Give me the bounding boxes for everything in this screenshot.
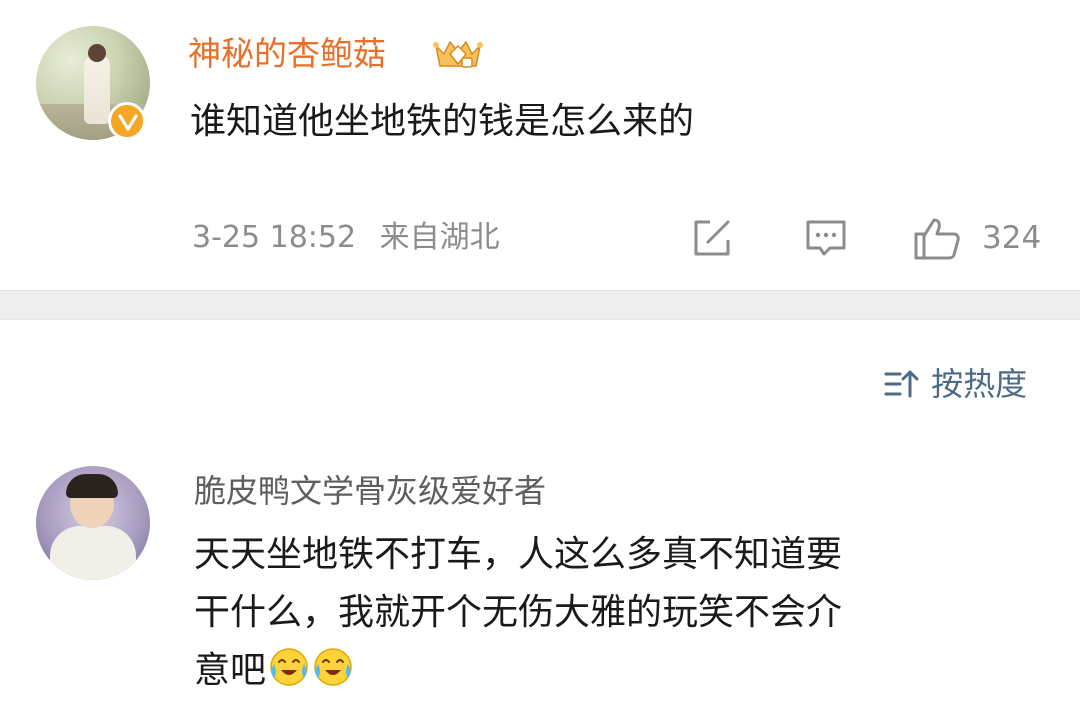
like-button[interactable]: 324 [912,216,1052,260]
comment-text-line: 干什么，我就开个无伤大雅的玩笑不会介 [194,592,843,633]
verified-v-icon [108,102,146,140]
weibo-comment-page: 神秘的杏鲍菇 谁知道他坐地铁的钱是怎么来的 3-25 18:52 来自湖北 32… [0,0,1080,715]
comment-text-line-last: 意吧 [194,642,1034,700]
crying-laughing-emoji [314,648,352,686]
share-button[interactable] [690,216,734,260]
reply-button[interactable] [804,216,848,260]
username[interactable]: 脆皮鸭文学骨灰级爱好者 [194,468,546,514]
comment-text-tail: 意吧 [194,650,267,691]
comment-text: 谁知道他坐地铁的钱是怎么来的 [190,101,695,142]
avatar[interactable] [36,466,150,580]
thumbs-up-icon [914,218,960,260]
share-icon [694,220,730,256]
like-count: 324 [982,220,1042,256]
comment-date: 3-25 18:52 [192,220,357,255]
comment-text-line: 天天坐地铁不打车，人这么多真不知道要 [194,534,843,575]
sort-by-hot-button[interactable]: 按热度 [884,362,1027,406]
crying-laughing-emoji [270,648,308,686]
sort-label: 按热度 [931,365,1028,403]
sort-icon [884,370,919,398]
comment-location: 来自湖北 [379,220,500,255]
member-crown-icon[interactable] [428,34,488,74]
comment-meta: 3-25 18:52 来自湖北 [192,216,500,260]
section-divider [0,290,1080,320]
username[interactable]: 神秘的杏鲍菇 [188,30,386,78]
comment-icon [806,220,846,256]
comment-text: 天天坐地铁不打车，人这么多真不知道要 干什么，我就开个无伤大雅的玩笑不会介 意吧 [194,526,1034,700]
comment-item: 神秘的杏鲍菇 谁知道他坐地铁的钱是怎么来的 3-25 18:52 来自湖北 32… [0,0,1080,290]
